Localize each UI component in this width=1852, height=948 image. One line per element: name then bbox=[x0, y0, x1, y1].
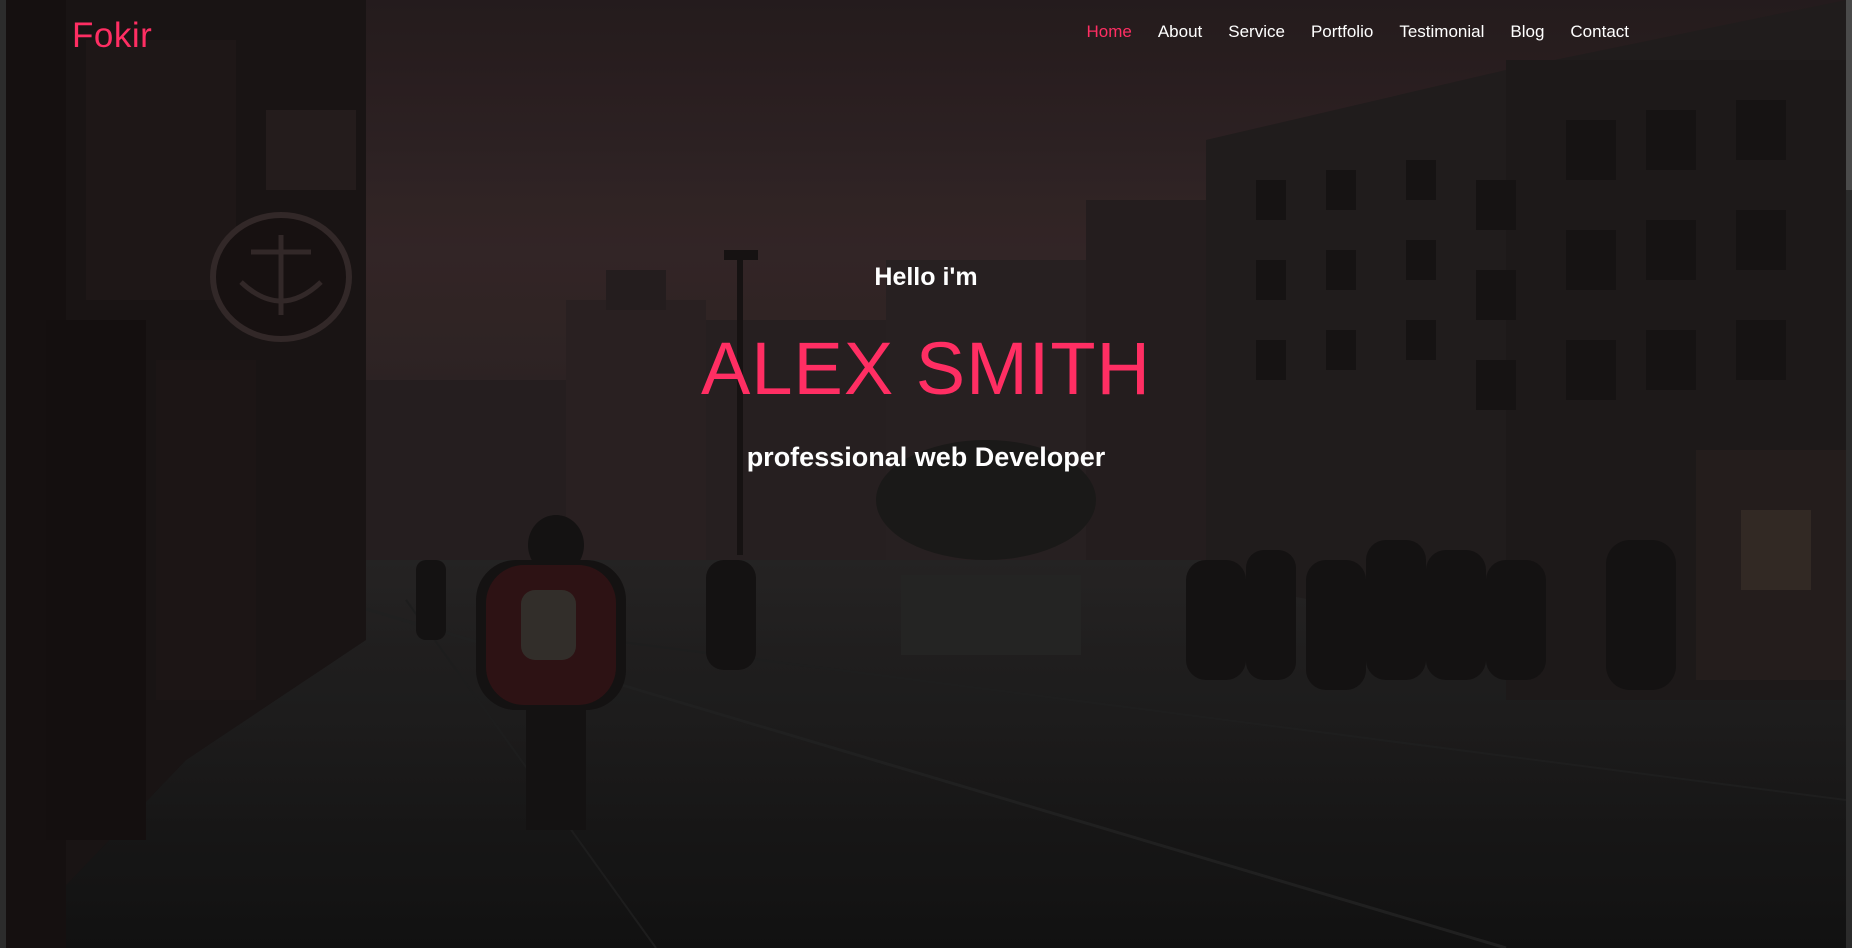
hero-name: ALEX SMITH bbox=[701, 327, 1151, 410]
nav-item-about[interactable]: About bbox=[1145, 22, 1215, 42]
nav-item-service[interactable]: Service bbox=[1215, 22, 1298, 42]
nav-item-home[interactable]: Home bbox=[1073, 22, 1144, 42]
nav-item-portfolio[interactable]: Portfolio bbox=[1298, 22, 1386, 42]
nav-item-contact[interactable]: Contact bbox=[1557, 22, 1642, 42]
page: Fokir Home About Service Portfolio Testi… bbox=[0, 0, 1852, 948]
page-scrollbar[interactable] bbox=[1846, 0, 1852, 948]
navbar: Fokir Home About Service Portfolio Testi… bbox=[0, 0, 1852, 72]
main-nav: Home About Service Portfolio Testimonial… bbox=[1073, 22, 1642, 42]
hero-role: professional web Developer bbox=[746, 442, 1106, 472]
nav-item-blog[interactable]: Blog bbox=[1497, 22, 1557, 42]
hero-dark-overlay bbox=[6, 0, 1846, 948]
window-left-edge bbox=[0, 0, 6, 948]
nav-item-testimonial[interactable]: Testimonial bbox=[1386, 22, 1497, 42]
hero-greeting: Hello i'm bbox=[874, 263, 978, 291]
brand-logo[interactable]: Fokir bbox=[72, 16, 152, 56]
